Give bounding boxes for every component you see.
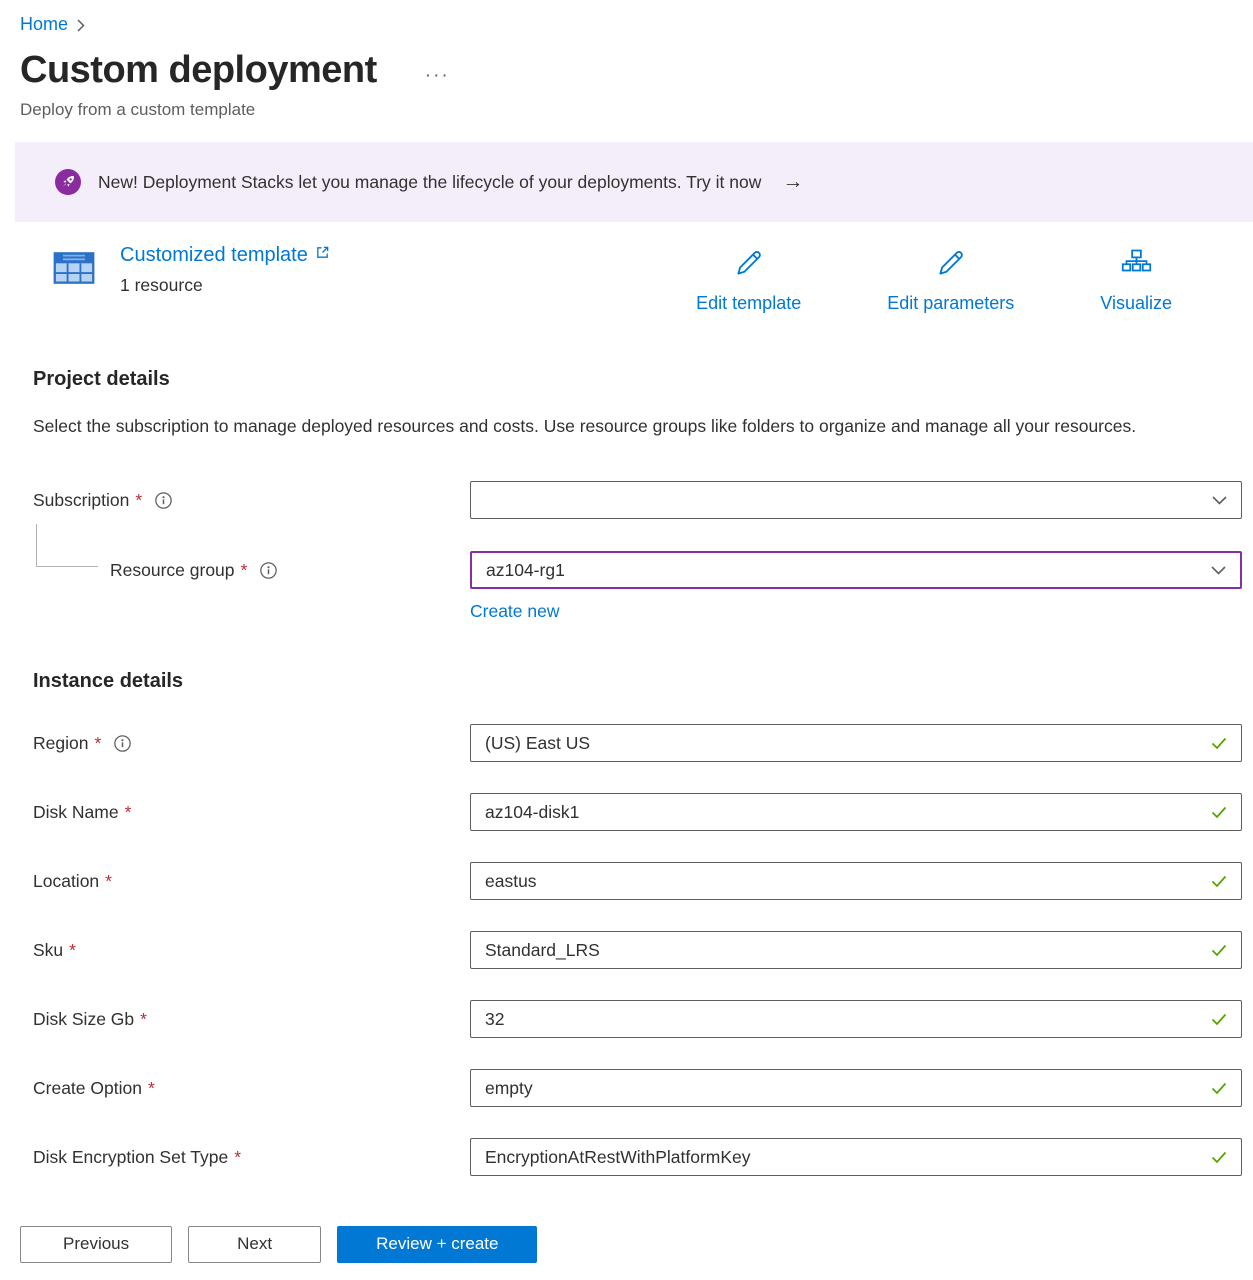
- visualize-label: Visualize: [1100, 293, 1172, 314]
- sku-label: Sku: [33, 940, 63, 961]
- disk-name-field-row: Disk Name * az104-disk1: [33, 793, 1242, 831]
- breadcrumb-home-link[interactable]: Home: [20, 14, 68, 35]
- breadcrumb: Home: [20, 12, 1242, 35]
- required-marker: *: [234, 1147, 241, 1168]
- disk-name-value: az104-disk1: [485, 802, 1211, 823]
- template-summary: Customized template 1 resource: [20, 244, 1242, 314]
- chevron-right-icon: [77, 19, 85, 32]
- title-row: Custom deployment ···: [20, 49, 1242, 92]
- checkmark-icon: [1211, 806, 1227, 819]
- edit-parameters-label: Edit parameters: [887, 293, 1014, 314]
- location-label: Location: [33, 871, 99, 892]
- disk-name-input[interactable]: az104-disk1: [470, 793, 1242, 831]
- resource-group-label: Resource group: [110, 560, 235, 581]
- sku-value: Standard_LRS: [485, 940, 1211, 961]
- disk-encryption-set-type-label: Disk Encryption Set Type: [33, 1147, 228, 1168]
- edit-parameters-button[interactable]: Edit parameters: [887, 248, 1014, 314]
- required-marker: *: [140, 1009, 147, 1030]
- required-marker: *: [148, 1078, 155, 1099]
- disk-encryption-set-type-input[interactable]: EncryptionAtRestWithPlatformKey: [470, 1138, 1242, 1176]
- location-value: eastus: [485, 871, 1211, 892]
- project-details-description: Select the subscription to manage deploy…: [33, 411, 1183, 441]
- template-info: Customized template 1 resource: [52, 244, 330, 314]
- edit-template-button[interactable]: Edit template: [696, 248, 801, 314]
- resource-group-field-row: Resource group * az104-rg1: [33, 551, 1242, 589]
- field-connector-line: [36, 524, 98, 567]
- subscription-label: Subscription: [33, 490, 129, 511]
- checkmark-icon: [1211, 1151, 1227, 1164]
- next-button[interactable]: Next: [188, 1226, 321, 1263]
- more-options-button[interactable]: ···: [425, 65, 450, 87]
- disk-size-gb-field-row: Disk Size Gb * 32: [33, 1000, 1242, 1038]
- checkmark-icon: [1211, 737, 1227, 750]
- banner-message: New! Deployment Stacks let you manage th…: [98, 172, 761, 193]
- template-text: Customized template 1 resource: [120, 244, 330, 314]
- template-actions: Edit template Edit parameters: [696, 244, 1172, 314]
- sku-field-row: Sku * Standard_LRS: [33, 931, 1242, 969]
- disk-size-gb-value: 32: [485, 1009, 1211, 1030]
- subscription-field-row: Subscription *: [33, 481, 1242, 519]
- template-resource-count: 1 resource: [120, 275, 330, 296]
- required-marker: *: [105, 871, 112, 892]
- region-label: Region: [33, 733, 88, 754]
- disk-name-label: Disk Name: [33, 802, 119, 823]
- project-details-heading: Project details: [33, 368, 1242, 391]
- required-marker: *: [241, 560, 248, 581]
- region-value: (US) East US: [485, 733, 1211, 754]
- create-option-input[interactable]: empty: [470, 1069, 1242, 1107]
- form-area: Project details Select the subscription …: [33, 368, 1242, 1176]
- previous-button[interactable]: Previous: [20, 1226, 172, 1263]
- custom-deployment-page: Home Custom deployment ··· Deploy from a…: [0, 0, 1253, 1176]
- create-option-value: empty: [485, 1078, 1211, 1099]
- create-new-link[interactable]: Create new: [470, 601, 560, 621]
- location-input[interactable]: eastus: [470, 862, 1242, 900]
- info-icon[interactable]: [114, 735, 131, 752]
- create-option-field-row: Create Option * empty: [33, 1069, 1242, 1107]
- required-marker: *: [94, 733, 101, 754]
- info-icon[interactable]: [260, 562, 277, 579]
- disk-size-gb-label: Disk Size Gb: [33, 1009, 134, 1030]
- checkmark-icon: [1211, 1082, 1227, 1095]
- region-input[interactable]: (US) East US: [470, 724, 1242, 762]
- rocket-icon: [55, 169, 81, 195]
- template-icon: [52, 246, 96, 314]
- resource-group-dropdown[interactable]: az104-rg1: [470, 551, 1242, 589]
- sku-input[interactable]: Standard_LRS: [470, 931, 1242, 969]
- location-field-row: Location * eastus: [33, 862, 1242, 900]
- required-marker: *: [135, 490, 142, 511]
- chevron-down-icon: [1211, 566, 1226, 575]
- subscription-dropdown[interactable]: [470, 481, 1242, 519]
- disk-encryption-set-type-field-row: Disk Encryption Set Type * EncryptionAtR…: [33, 1138, 1242, 1176]
- instance-details-heading: Instance details: [33, 670, 1242, 693]
- region-field-row: Region * (US) East US: [33, 724, 1242, 762]
- customized-template-link[interactable]: Customized template: [120, 244, 308, 267]
- external-link-icon: [315, 245, 330, 260]
- required-marker: *: [125, 802, 132, 823]
- checkmark-icon: [1211, 1013, 1227, 1026]
- checkmark-icon: [1211, 944, 1227, 957]
- edit-template-label: Edit template: [696, 293, 801, 314]
- resource-group-value: az104-rg1: [486, 560, 1211, 581]
- deployment-stacks-banner[interactable]: New! Deployment Stacks let you manage th…: [15, 142, 1253, 222]
- page-title: Custom deployment: [20, 49, 377, 92]
- create-option-label: Create Option: [33, 1078, 142, 1099]
- info-icon[interactable]: [155, 492, 172, 509]
- disk-size-gb-input[interactable]: 32: [470, 1000, 1242, 1038]
- checkmark-icon: [1211, 875, 1227, 888]
- pencil-icon: [936, 248, 966, 283]
- visualize-button[interactable]: Visualize: [1100, 248, 1172, 314]
- arrow-right-icon[interactable]: →: [782, 170, 803, 194]
- review-create-button[interactable]: Review + create: [337, 1226, 537, 1263]
- required-marker: *: [69, 940, 76, 961]
- disk-encryption-set-type-value: EncryptionAtRestWithPlatformKey: [485, 1147, 1211, 1168]
- footer-bar: Previous Next Review + create: [0, 1208, 1253, 1280]
- chevron-down-icon: [1212, 496, 1227, 505]
- sitemap-icon: [1121, 248, 1152, 283]
- pencil-icon: [734, 248, 764, 283]
- page-subtitle: Deploy from a custom template: [20, 100, 1242, 120]
